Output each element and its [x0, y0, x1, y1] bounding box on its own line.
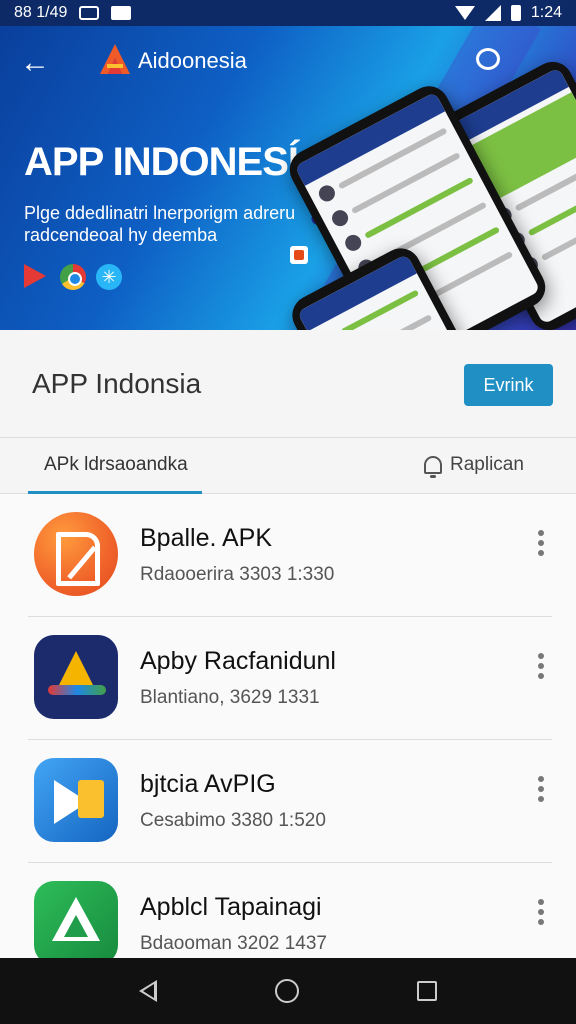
list-item[interactable]: Apby Racfanidunl Blantiano, 3629 1331: [28, 617, 552, 740]
status-time-left: 88 1/49: [14, 4, 68, 21]
brand-name: Aidoonesia: [138, 48, 247, 73]
app-meta: Cesabimo 3380 1:520: [140, 810, 326, 831]
hero-banner: ← Aidoonesia APP INDONESÍA Plge ddedlina…: [0, 26, 576, 330]
hero-title: APP INDONESÍA: [24, 140, 327, 184]
more-vert-icon[interactable]: [538, 653, 544, 679]
nav-home-icon[interactable]: [275, 979, 299, 1003]
list-item[interactable]: bjtcia AvPIG Cesabimo 3380 1:520: [28, 740, 552, 863]
signal-icon: [484, 5, 501, 21]
photo-icon: [111, 6, 132, 20]
play-store-icon[interactable]: [24, 264, 46, 288]
tab-apk-list[interactable]: APk ldrsaoandka: [28, 438, 202, 494]
app-icon: [34, 758, 118, 842]
chrome-icon[interactable]: [60, 264, 86, 290]
status-bar: 88 1/49 1:24: [0, 0, 576, 26]
list-item[interactable]: Bpalle. APK Rdaooerira 3303 1:330: [28, 494, 552, 617]
brand-logo-icon: [100, 44, 130, 74]
tab-label: APk ldrsaoandka: [44, 454, 188, 475]
primary-button[interactable]: Evrink: [464, 364, 553, 406]
tab-replication[interactable]: Raplican: [424, 454, 524, 478]
app-icon: [34, 881, 118, 958]
list-item[interactable]: Apblcl Tapainagi Bdaooman 3202 1437: [28, 863, 552, 958]
app-icon: [34, 512, 118, 596]
more-vert-icon[interactable]: [538, 899, 544, 925]
wifi-icon: [454, 6, 475, 20]
bell-icon: [424, 456, 442, 478]
app-meta: Rdaooerira 3303 1:330: [140, 564, 335, 585]
hero-subtitle: Plge ddedlinatri lnerporigm adreru radce…: [24, 203, 296, 245]
tab-bar: APk ldrsaoandka Raplican: [0, 438, 576, 494]
app-title: bjtcia AvPIG: [140, 770, 276, 798]
app-title: Bpalle. APK: [140, 524, 273, 552]
system-nav-bar: [0, 958, 576, 1024]
app-title: Apby Racfanidunl: [140, 647, 336, 675]
message-icon: [79, 6, 100, 20]
status-time-right: 1:24: [530, 4, 562, 21]
back-arrow-icon[interactable]: ←: [20, 48, 50, 78]
app-title: Apblcl Tapainagi: [140, 893, 322, 921]
chat-icon[interactable]: [476, 48, 500, 70]
star-badge-icon[interactable]: ✳: [96, 264, 122, 290]
app-header: APP Indonsia Evrink: [0, 330, 576, 438]
nav-recents-icon[interactable]: [417, 981, 437, 1001]
battery-icon: [510, 5, 521, 21]
nav-back-icon[interactable]: [139, 980, 157, 1002]
app-icon: [34, 635, 118, 719]
app-meta: Bdaooman 3202 1437: [140, 933, 327, 954]
more-vert-icon[interactable]: [538, 776, 544, 802]
app-meta: Blantiano, 3629 1331: [140, 687, 320, 708]
tab-label: Raplican: [450, 454, 524, 475]
more-vert-icon[interactable]: [538, 530, 544, 556]
app-name: APP Indonsia: [32, 368, 202, 399]
app-list: Bpalle. APK Rdaooerira 3303 1:330 Apby R…: [0, 494, 576, 958]
decorative-badge: [290, 246, 308, 264]
